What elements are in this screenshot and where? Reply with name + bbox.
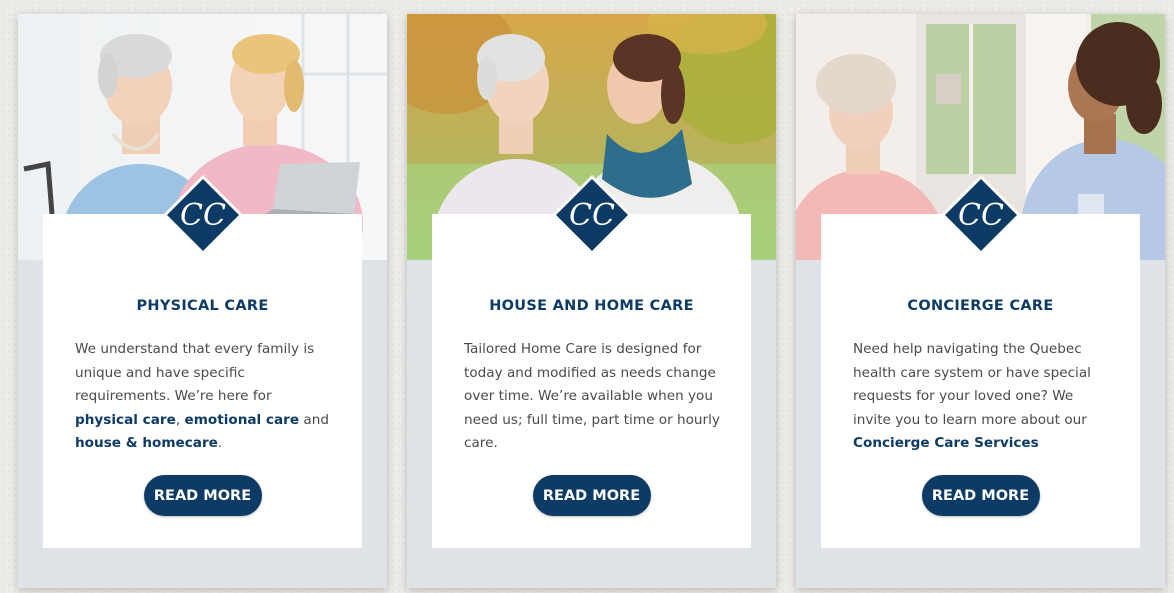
logo-monogram-text: CC: [569, 198, 615, 233]
cc-monogram-logo: CC: [551, 174, 633, 256]
description-text: Need help navigating the Quebec health c…: [853, 341, 1091, 428]
description-text: .: [217, 435, 223, 451]
cc-monogram-logo: CC: [162, 174, 244, 256]
card-content: CC PHYSICAL CARE We understand that ever…: [43, 175, 362, 548]
cc-monogram-logo: CC: [940, 174, 1022, 256]
emotional-care-link[interactable]: emotional care: [184, 412, 299, 428]
concierge-care-services-link[interactable]: Concierge Care Services: [853, 435, 1039, 451]
read-more-button[interactable]: READ MORE: [921, 475, 1040, 516]
description-text: Tailored Home Care is designed for today…: [464, 341, 720, 451]
logo-monogram-text: CC: [180, 198, 226, 233]
card-title: CONCIERGE CARE: [907, 298, 1054, 314]
physical-care-link[interactable]: physical care: [75, 412, 176, 428]
description-text: We understand that every family is uniqu…: [75, 341, 315, 404]
read-more-button[interactable]: READ MORE: [143, 475, 262, 516]
service-card-concierge-care: CC CONCIERGE CARE Need help navigating t…: [796, 14, 1165, 588]
card-title: HOUSE AND HOME CARE: [489, 298, 694, 314]
service-card-physical-care: CC PHYSICAL CARE We understand that ever…: [18, 14, 387, 588]
card-title: PHYSICAL CARE: [136, 298, 269, 314]
read-more-button[interactable]: READ MORE: [532, 475, 651, 516]
service-card-house-home-care: CC HOUSE AND HOME CARE Tailored Home Car…: [407, 14, 776, 588]
card-content: CC HOUSE AND HOME CARE Tailored Home Car…: [432, 175, 751, 548]
card-description: We understand that every family is uniqu…: [75, 338, 336, 456]
card-content: CC CONCIERGE CARE Need help navigating t…: [821, 175, 1140, 548]
card-description: Need help navigating the Quebec health c…: [853, 338, 1114, 456]
card-description: Tailored Home Care is designed for today…: [464, 338, 725, 456]
description-text: and: [299, 411, 329, 428]
house-homecare-link[interactable]: house & homecare: [75, 435, 218, 451]
logo-monogram-text: CC: [958, 198, 1004, 233]
